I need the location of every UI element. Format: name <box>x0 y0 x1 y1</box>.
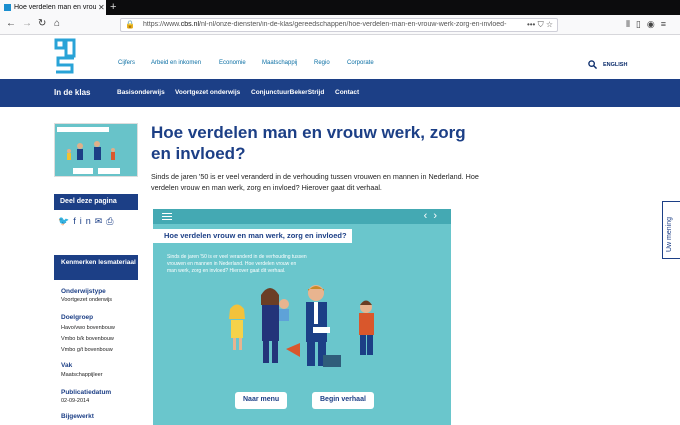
url-text: https://www.cbs.nl/nl-nl/onze-diensten/i… <box>143 21 507 28</box>
page-actions-icon[interactable]: ••• <box>527 20 535 29</box>
subnav-voortgezet[interactable]: Voortgezet onderwijs <box>175 89 240 96</box>
email-icon[interactable]: ✉ <box>95 216 107 226</box>
language-switch[interactable]: ENGLISH <box>603 62 627 68</box>
subnav-contact[interactable]: Contact <box>335 89 359 96</box>
extension-icon[interactable]: ◉ <box>647 19 661 29</box>
twitter-icon[interactable]: 🐦 <box>58 216 73 226</box>
favicon-icon <box>4 4 11 11</box>
start-story-button[interactable]: Begin verhaal <box>312 392 374 409</box>
address-bar[interactable]: 🔒 https://www.cbs.nl/nl-nl/onze-diensten… <box>120 18 558 32</box>
sidebar-icon[interactable]: ▯ <box>636 19 647 29</box>
nav-economie[interactable]: Economie <box>219 60 246 66</box>
meta-value: Maatschappijleer <box>61 372 103 378</box>
menu-icon[interactable]: ≡ <box>661 19 672 29</box>
cbs-logo[interactable] <box>54 38 76 74</box>
tab-title: Hoe verdelen man en vrouw wer <box>14 4 96 11</box>
linkedin-icon[interactable]: in <box>80 216 95 226</box>
share-header: Deel deze pagina <box>54 194 138 210</box>
feedback-tab[interactable]: Uw mening <box>662 201 680 259</box>
section-title[interactable]: In de klas <box>54 88 90 97</box>
meta-label: Bijgewerkt <box>61 413 94 420</box>
nav-maatschappij[interactable]: Maatschappij <box>262 60 297 66</box>
nav-regio[interactable]: Regio <box>314 60 330 66</box>
thumbnail-illustration <box>57 127 120 174</box>
page-title: Hoe verdelen man en vrouw werk, zorg en … <box>151 123 466 163</box>
meta-value: 02-09-2014 <box>61 398 90 404</box>
site-header: Cijfers Arbeid en inkomen Economie Maats… <box>0 36 680 79</box>
lesson-thumbnail[interactable] <box>54 123 138 177</box>
interactive-story[interactable]: ‹› Hoe verdelen vrouw en man werk, zorg … <box>153 209 451 425</box>
meta-label: Onderwijstype <box>61 288 106 295</box>
meta-value: Voortgezet onderwijs <box>61 297 113 303</box>
nav-corporate[interactable]: Corporate <box>347 60 374 66</box>
search-icon[interactable] <box>588 60 597 69</box>
pocket-icon[interactable]: ⛉ <box>538 20 544 29</box>
menu-button[interactable]: Naar menu <box>235 392 288 409</box>
meta-value: Havo/vwo bovenbouw Vmbo b/k bovenbouw Vm… <box>61 325 115 353</box>
forward-icon[interactable]: → <box>22 18 32 29</box>
browser-navbar: ← → ↻ ⌂ 🔒 https://www.cbs.nl/nl-nl/onze-… <box>0 15 680 35</box>
print-icon[interactable]: ⎙ <box>106 216 117 226</box>
back-icon[interactable]: ← <box>6 18 16 29</box>
feedback-label: Uw mening <box>666 216 673 252</box>
section-nav: In de klas Basisonderwijs Voortgezet ond… <box>0 79 680 107</box>
nav-arbeid[interactable]: Arbeid en inkomen <box>151 60 201 66</box>
family-illustration <box>229 285 374 367</box>
intro-text: Sinds de jaren '50 is er veel veranderd … <box>151 172 479 192</box>
new-tab-icon[interactable]: + <box>110 1 116 13</box>
bookmark-star-icon[interactable]: ☆ <box>546 20 553 29</box>
browser-tabbar: Hoe verdelen man en vrouw wer ✕ + <box>0 0 680 15</box>
close-tab-icon[interactable]: ✕ <box>98 3 105 12</box>
meta-label: Publicatiedatum <box>61 389 112 396</box>
library-icon[interactable]: ⫴ <box>626 19 636 29</box>
meta-label: Doelgroep <box>61 314 94 321</box>
lock-icon: 🔒 <box>125 20 135 29</box>
home-icon[interactable]: ⌂ <box>54 18 60 29</box>
kenmerken-header: Kenmerken lesmateriaal <box>54 255 138 280</box>
nav-cijfers[interactable]: Cijfers <box>118 60 135 66</box>
browser-tab[interactable]: Hoe verdelen man en vrouw wer ✕ <box>0 0 106 15</box>
reload-icon[interactable]: ↻ <box>38 18 46 29</box>
meta-label: Vak <box>61 362 73 369</box>
subnav-basisonderwijs[interactable]: Basisonderwijs <box>117 89 165 96</box>
subnav-conjunctuur[interactable]: ConjunctuurBekerStrijd <box>251 89 324 96</box>
